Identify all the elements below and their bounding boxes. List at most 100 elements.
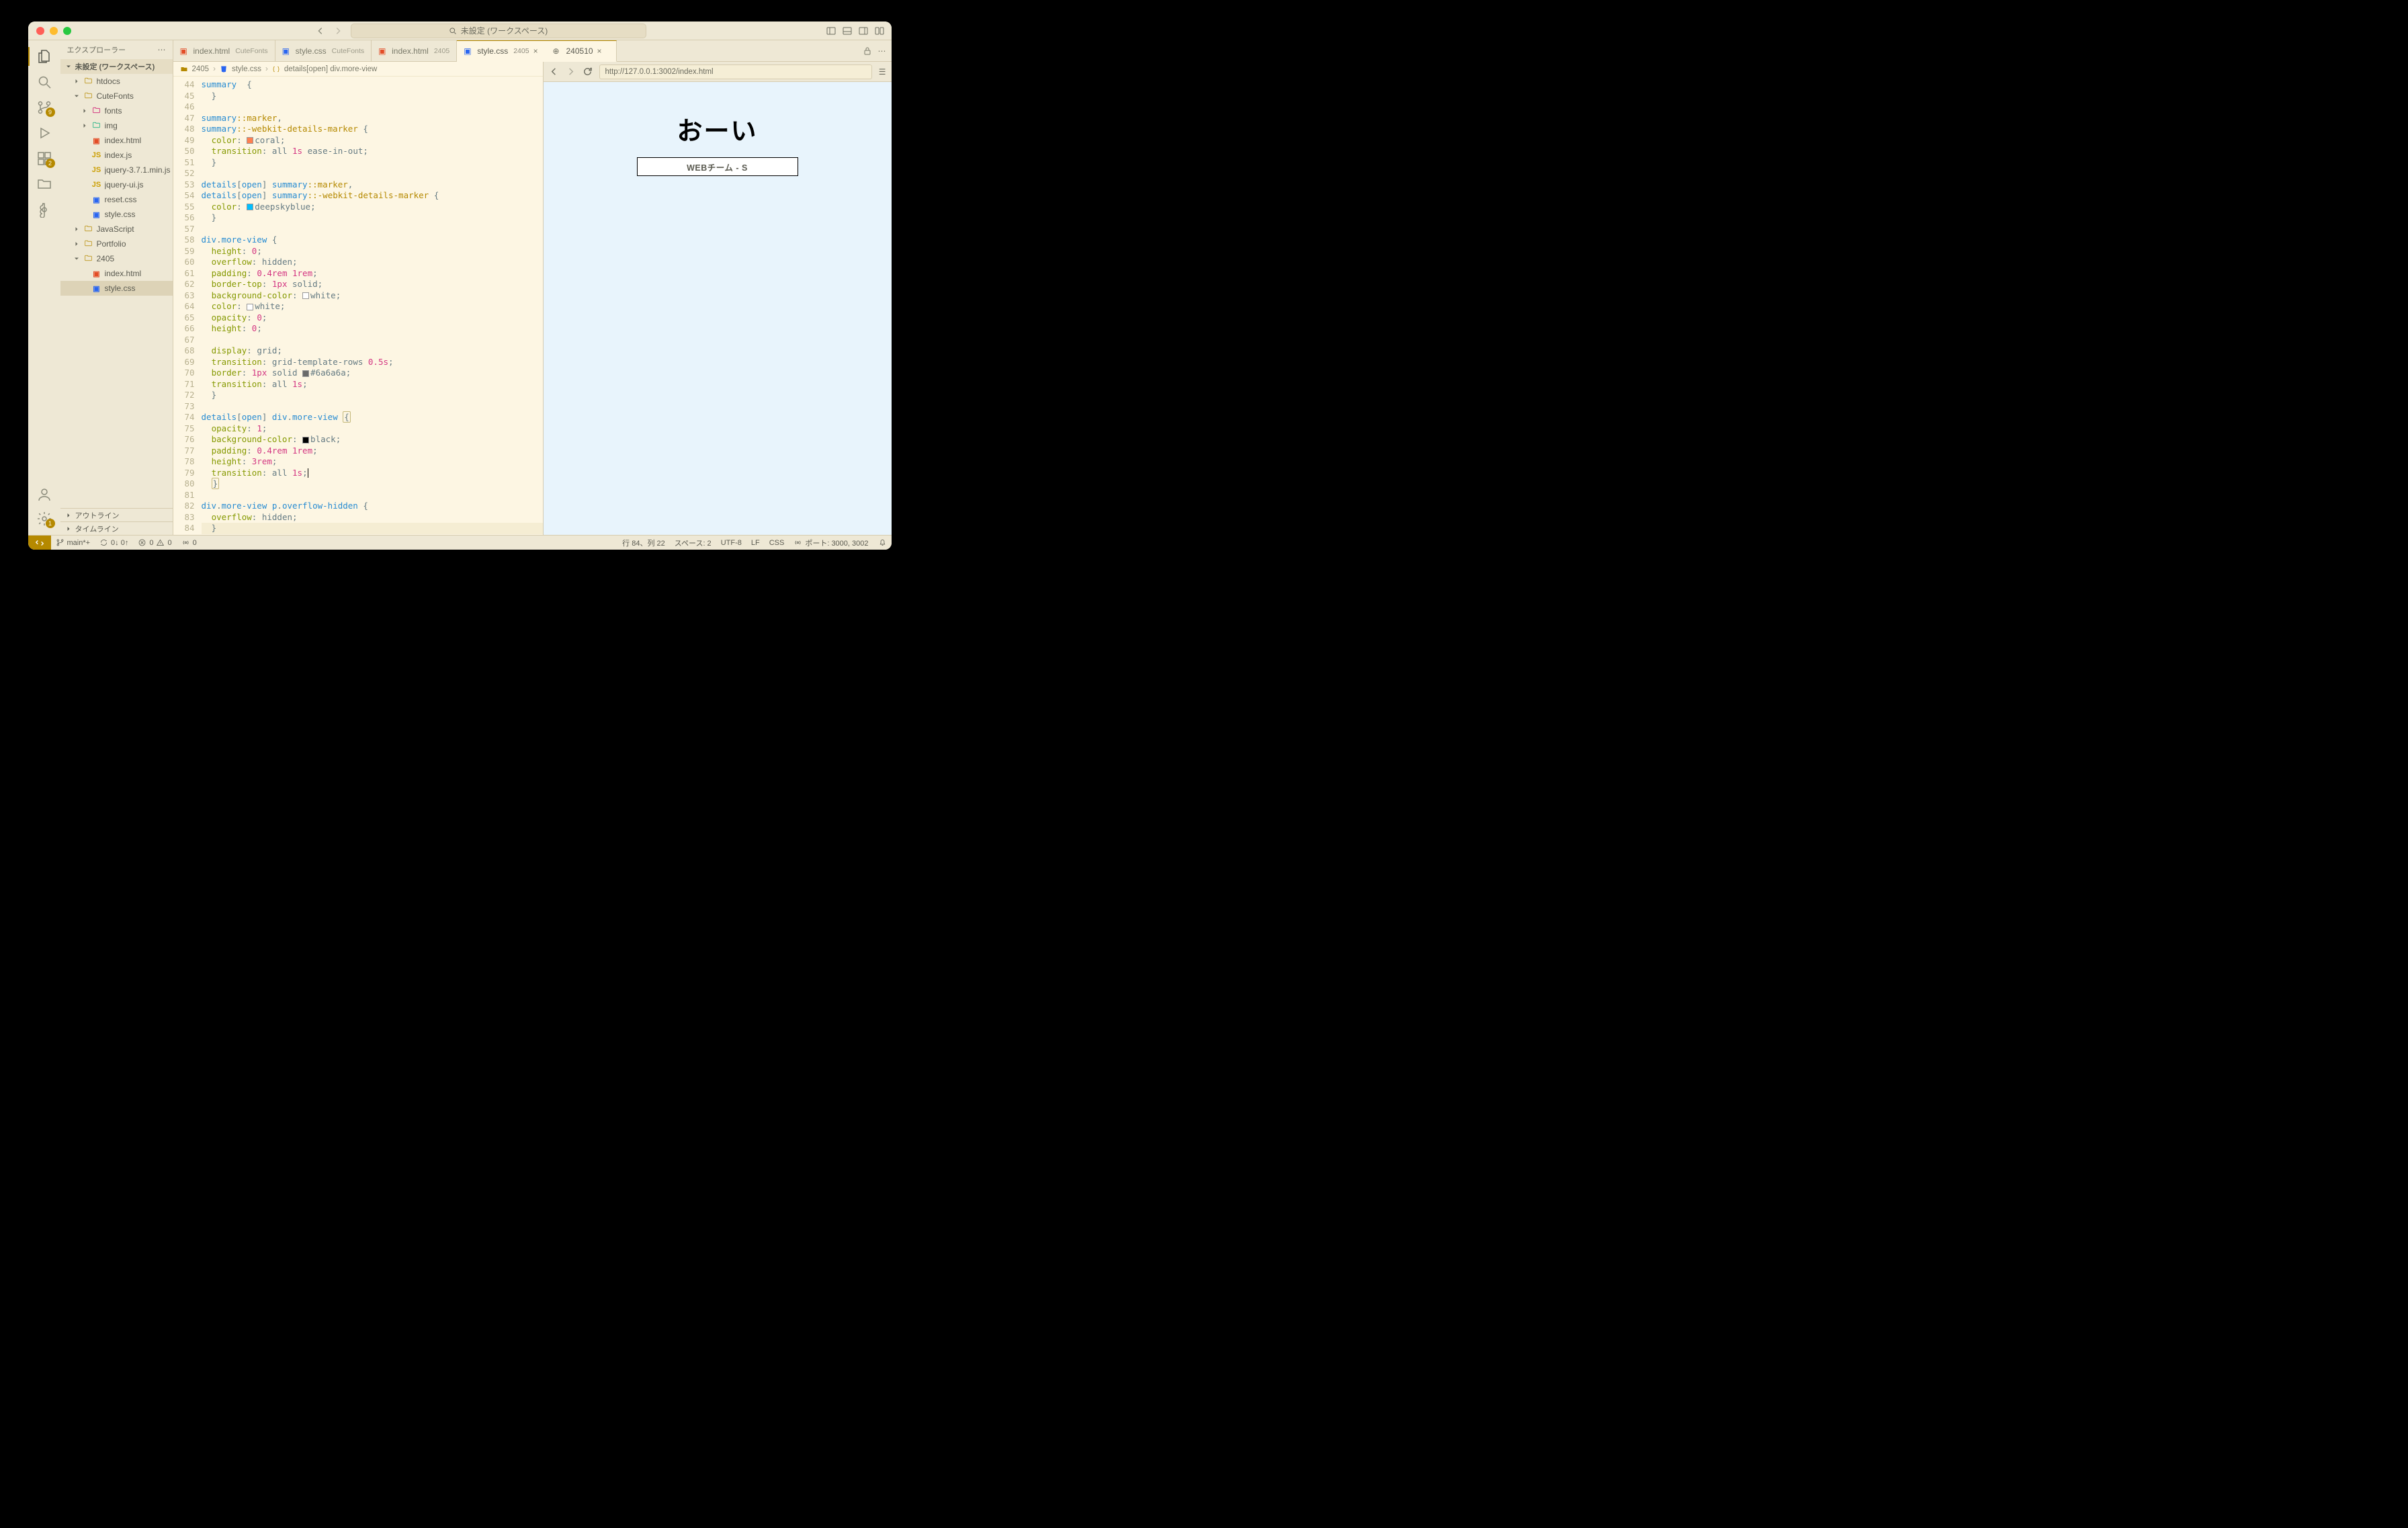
- tab[interactable]: ⊕240510×: [544, 40, 617, 62]
- folder-icon: [36, 176, 52, 192]
- folder-item[interactable]: 🗀img: [60, 118, 173, 133]
- back-icon[interactable]: [549, 67, 559, 77]
- sidebar-section-workspace[interactable]: 未設定 (ワークスペース): [60, 59, 173, 74]
- activity-scm[interactable]: 9: [28, 95, 60, 120]
- layout-icon[interactable]: [874, 26, 885, 36]
- file-item[interactable]: ▣style.css: [60, 207, 173, 222]
- folder-item[interactable]: 🗀JavaScript: [60, 222, 173, 237]
- reload-icon[interactable]: [583, 67, 593, 77]
- browser-page[interactable]: おーい WEBチーム - S: [544, 82, 892, 535]
- page-button[interactable]: WEBチーム - S: [637, 157, 798, 176]
- file-item[interactable]: JSindex.js: [60, 148, 173, 163]
- nav-back-icon[interactable]: [313, 24, 328, 38]
- activity-search[interactable]: [28, 70, 60, 94]
- folder-icon: [180, 65, 188, 73]
- status-radio[interactable]: 0: [177, 536, 202, 550]
- activity-folder[interactable]: [28, 172, 60, 196]
- status-ports[interactable]: ポート: 3000, 3002: [789, 536, 873, 550]
- activity-debug[interactable]: [28, 121, 60, 145]
- sidebar-more-icon[interactable]: ⋯: [158, 45, 166, 54]
- command-center[interactable]: 未設定 (ワークスペース): [351, 24, 646, 38]
- sync-icon: [99, 538, 108, 547]
- activity-extensions[interactable]: 2: [28, 146, 60, 171]
- status-sync[interactable]: 0↓ 0↑: [95, 536, 133, 550]
- editor-group-2: ⊕240510× ⋯ http://127.0.0.1:3002/index.h…: [544, 40, 892, 535]
- remote-button[interactable]: [28, 536, 51, 550]
- file-item[interactable]: ▣reset.css: [60, 192, 173, 207]
- sidebar: エクスプローラー ⋯ 未設定 (ワークスペース) 🗀htdocs🗀CuteFon…: [60, 40, 173, 535]
- minimize-window[interactable]: [50, 27, 58, 35]
- folder-item[interactable]: 🗀Portfolio: [60, 237, 173, 251]
- tab[interactable]: ▣style.cssCuteFonts: [275, 40, 372, 61]
- sidebar-header: エクスプローラー ⋯: [60, 40, 173, 59]
- title-nav: [313, 24, 345, 38]
- status-problems[interactable]: 0 0: [133, 536, 176, 550]
- remote-icon: [35, 538, 44, 548]
- activity-bar: 9 2 1: [28, 40, 60, 535]
- status-pos[interactable]: 行 84、列 22: [617, 536, 670, 550]
- activity-account[interactable]: [28, 482, 60, 507]
- url-bar[interactable]: http://127.0.0.1:3002/index.html: [599, 65, 872, 79]
- debug-icon: [36, 125, 52, 141]
- panel-left-icon[interactable]: [826, 26, 836, 36]
- sidebar-outline[interactable]: アウトライン: [60, 508, 173, 521]
- close-icon[interactable]: ×: [597, 46, 607, 56]
- folder-item[interactable]: 🗀htdocs: [60, 74, 173, 89]
- lock-icon[interactable]: [862, 46, 873, 56]
- breadcrumbs[interactable]: 2405 › style.css › details[open] div.mor…: [173, 62, 543, 77]
- folder-item[interactable]: 🗀fonts: [60, 103, 173, 118]
- status-spaces[interactable]: スペース: 2: [670, 536, 716, 550]
- tab[interactable]: ▣index.htmlCuteFonts: [173, 40, 275, 61]
- main-row: 9 2 1: [28, 40, 892, 535]
- browser-toolbar: http://127.0.0.1:3002/index.html ☰: [544, 62, 892, 82]
- status-bell[interactable]: [873, 536, 892, 550]
- code-content[interactable]: summary { } summary::marker,summary::-we…: [202, 77, 543, 535]
- code-editor[interactable]: 4445464748495051525354555657585960616263…: [173, 77, 543, 535]
- sidebar-title: エクスプローラー: [67, 44, 126, 55]
- tabbar-2: ⊕240510× ⋯: [544, 40, 892, 62]
- activity-settings[interactable]: 1: [28, 507, 60, 531]
- file-item[interactable]: ▣style.css: [60, 281, 173, 296]
- file-item[interactable]: ▣index.html: [60, 266, 173, 281]
- radio-icon: [181, 538, 190, 547]
- file-item[interactable]: JSjquery-ui.js: [60, 177, 173, 192]
- folder-item[interactable]: 🗀CuteFonts: [60, 89, 173, 103]
- activity-explorer[interactable]: [28, 44, 60, 69]
- bell-icon: [878, 538, 887, 547]
- status-branch[interactable]: main*+: [51, 536, 95, 550]
- tab[interactable]: ▣index.html2405: [372, 40, 457, 61]
- nav-forward-icon[interactable]: [331, 24, 345, 38]
- titlebar-actions: [826, 26, 885, 36]
- tab[interactable]: ▣style.css2405×: [457, 40, 550, 62]
- symbol-icon: [272, 65, 280, 73]
- traffic-lights: [28, 27, 71, 35]
- settings-badge: 1: [46, 519, 55, 528]
- panel-right-icon[interactable]: [858, 26, 869, 36]
- gutter: 4445464748495051525354555657585960616263…: [173, 77, 202, 535]
- file-item[interactable]: ▣index.html: [60, 133, 173, 148]
- account-icon: [36, 486, 52, 503]
- panel-bottom-icon[interactable]: [842, 26, 853, 36]
- file-item[interactable]: JSjquery-3.7.1.min.js: [60, 163, 173, 177]
- more-icon[interactable]: ⋯: [878, 46, 886, 56]
- command-center-text: 未設定 (ワークスペース): [461, 25, 548, 36]
- chevron-right-icon: [64, 525, 73, 533]
- close-window[interactable]: [36, 27, 44, 35]
- activity-figma[interactable]: [28, 198, 60, 222]
- status-lang[interactable]: CSS: [765, 536, 789, 550]
- search-icon: [36, 74, 52, 90]
- sidebar-timeline[interactable]: タイムライン: [60, 521, 173, 535]
- editor-actions-2: ⋯: [862, 40, 892, 61]
- folder-item[interactable]: 🗀2405: [60, 251, 173, 266]
- forward-icon[interactable]: [566, 67, 576, 77]
- status-eol[interactable]: LF: [746, 536, 765, 550]
- file-tree: 🗀htdocs🗀CuteFonts🗀fonts🗀img▣index.htmlJS…: [60, 74, 173, 296]
- window: 未設定 (ワークスペース) 9: [28, 22, 892, 550]
- fullscreen-window[interactable]: [63, 27, 71, 35]
- status-encoding[interactable]: UTF-8: [716, 536, 746, 550]
- css-icon: [220, 65, 228, 73]
- scm-badge: 9: [46, 108, 55, 117]
- editor-group-1: ▣index.htmlCuteFonts▣style.cssCuteFonts▣…: [173, 40, 544, 535]
- hamburger-icon[interactable]: ☰: [879, 67, 886, 77]
- close-icon[interactable]: ×: [533, 46, 543, 56]
